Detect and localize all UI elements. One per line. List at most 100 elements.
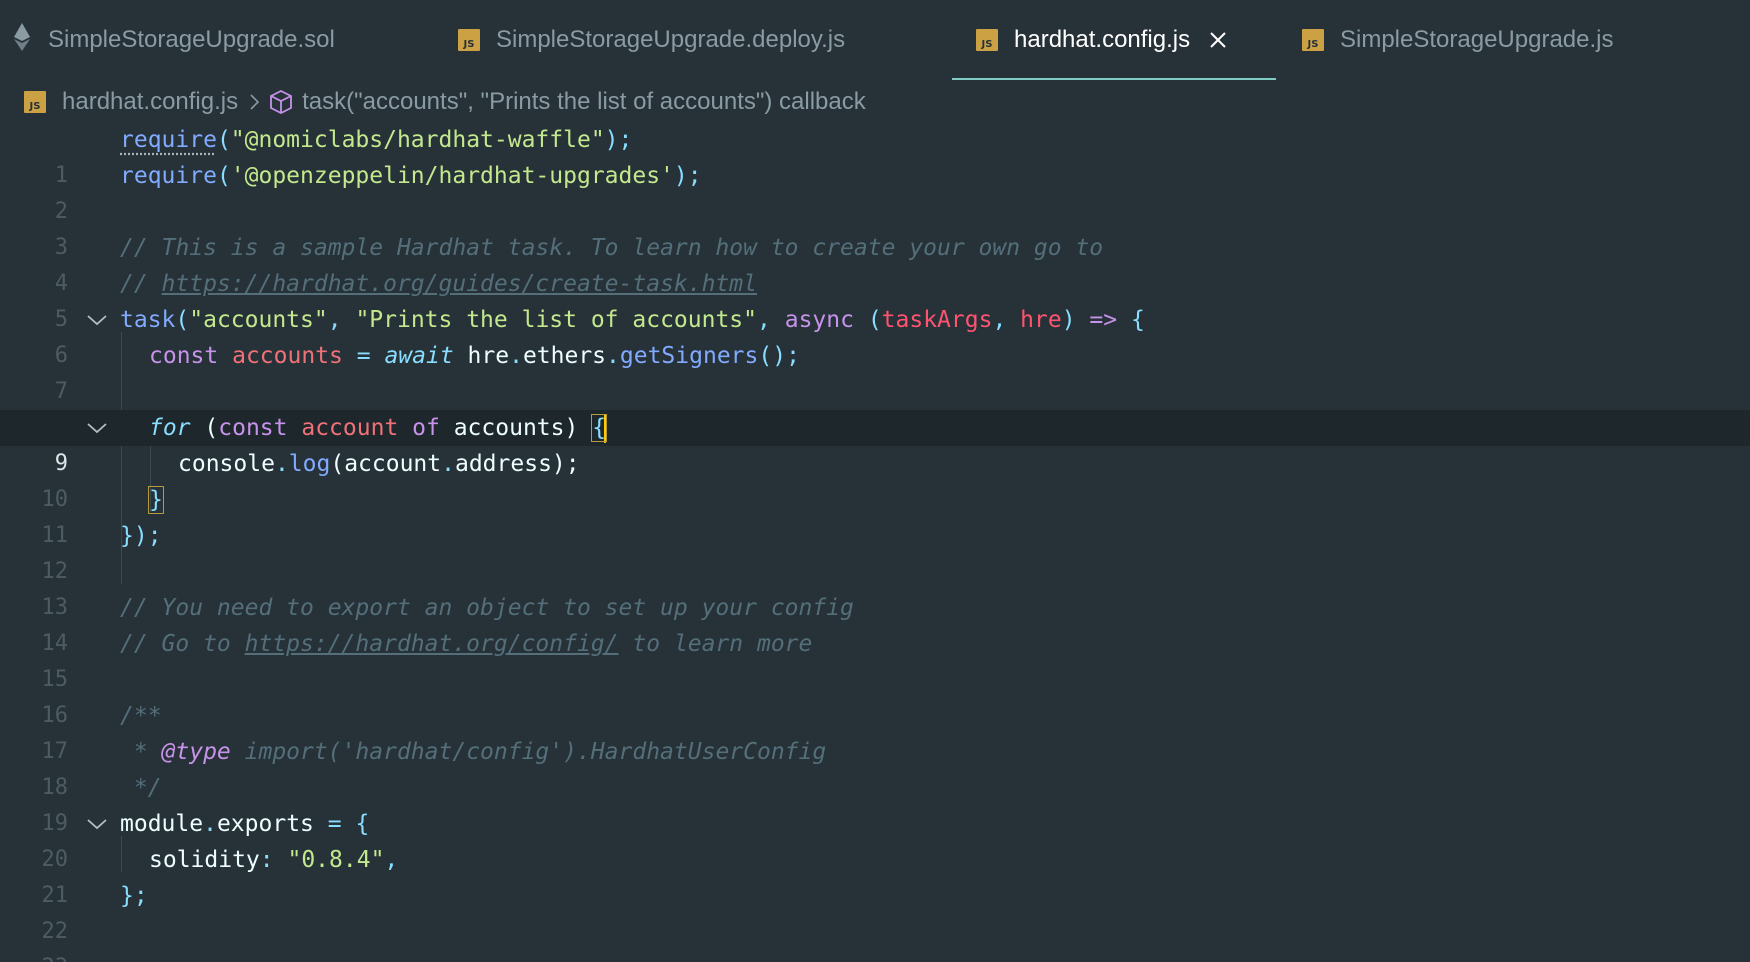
token: "@nomiclabs/hardhat-waffle" xyxy=(230,127,605,153)
ethereum-icon xyxy=(14,22,30,58)
breadcrumb-symbol[interactable]: task("accounts", "Prints the list of acc… xyxy=(302,88,866,116)
token: hre xyxy=(453,343,510,369)
comment: // You need to export an object to set u… xyxy=(120,595,854,621)
token: "Prints the list of accounts" xyxy=(355,307,758,333)
token: log xyxy=(288,451,331,477)
token: . xyxy=(441,451,455,477)
token: { xyxy=(355,811,370,837)
token: = xyxy=(313,811,356,837)
token: "accounts" xyxy=(189,307,328,333)
token: . xyxy=(606,343,620,369)
code-line: 14 // You need to export an object to se… xyxy=(0,590,1750,656)
token: getSigners xyxy=(619,343,759,369)
token: accounts xyxy=(232,343,343,369)
token: require xyxy=(120,163,217,189)
token: account xyxy=(301,415,399,441)
token: ( xyxy=(175,307,190,333)
token: to learn more xyxy=(618,631,813,657)
code-line: 6 task("accounts", "Prints the list of a… xyxy=(0,302,1750,368)
chevron-down-icon[interactable] xyxy=(86,302,108,338)
token: await xyxy=(384,343,454,369)
token: solidity xyxy=(149,847,260,873)
token: hre xyxy=(1020,307,1062,333)
token: '@openzeppelin/hardhat-upgrades' xyxy=(230,163,674,189)
chevron-down-icon[interactable] xyxy=(86,806,108,842)
breadcrumb-file[interactable]: hardhat.config.js xyxy=(62,88,238,116)
token: for xyxy=(149,415,191,441)
token: (account xyxy=(330,451,442,477)
token: of xyxy=(412,415,440,441)
token: ); xyxy=(604,127,633,153)
code-line: 21 solidity: "0.8.4", xyxy=(0,842,1750,908)
token: . xyxy=(274,451,289,477)
tab-label: SimpleStorageUpgrade.sol xyxy=(48,26,335,53)
token: , xyxy=(992,307,1021,333)
text-cursor xyxy=(604,414,607,443)
token: { xyxy=(1117,307,1145,333)
editor-window: SimpleStorageUpgrade.sol JS SimpleStorag… xyxy=(0,0,1750,962)
code-line: 3 xyxy=(0,194,1750,260)
token: ); xyxy=(673,163,702,189)
token: // Go to xyxy=(120,631,245,657)
token: * xyxy=(120,739,162,765)
comment-link[interactable]: https://hardhat.org/guides/create-task.h… xyxy=(162,271,757,297)
code-line: 4 // This is a sample Hardhat task. To l… xyxy=(0,230,1750,296)
tab-simplestorageupgrade-sol[interactable]: SimpleStorageUpgrade.sol xyxy=(14,0,335,80)
token: console xyxy=(178,451,275,477)
code-line: 23 xyxy=(0,914,1750,962)
token: , xyxy=(757,307,785,333)
token: ( xyxy=(216,127,231,153)
token: , xyxy=(384,847,399,873)
token: : xyxy=(259,847,288,873)
token: ethers xyxy=(522,343,607,369)
chevron-right-icon xyxy=(248,92,260,112)
close-icon[interactable] xyxy=(1208,30,1228,50)
code-editor[interactable]: 1 require("@nomiclabs/hardhat-waffle"); … xyxy=(0,122,1750,962)
tab-hardhat-config-js[interactable]: JS hardhat.config.js xyxy=(952,0,1276,80)
token: exports xyxy=(216,811,314,837)
code-line: 12 }); xyxy=(0,518,1750,584)
token: module xyxy=(120,811,204,837)
token: => xyxy=(1089,307,1118,333)
tab-simplestorageupgrade-deploy-js[interactable]: JS SimpleStorageUpgrade.deploy.js xyxy=(458,0,845,80)
js-file-icon: JS xyxy=(1302,29,1324,51)
token: ( xyxy=(216,163,231,189)
code-line: 7 const accounts = await hre.ethers.getS… xyxy=(0,338,1750,404)
tab-bar: SimpleStorageUpgrade.sol JS SimpleStorag… xyxy=(0,0,1750,80)
tab-label: hardhat.config.js xyxy=(1014,26,1191,53)
tab-label: SimpleStorageUpgrade.deploy.js xyxy=(496,26,846,53)
token: ( xyxy=(853,307,882,333)
code-line: 10 console.log(account.address); xyxy=(0,446,1750,512)
token: = xyxy=(342,343,385,369)
token: }); xyxy=(120,523,162,549)
comment: */ xyxy=(120,775,162,801)
token: @type xyxy=(161,739,231,765)
code-line: 15 // Go to https://hardhat.org/config/ … xyxy=(0,626,1750,692)
token: address); xyxy=(454,451,580,477)
code-line: 19 */ xyxy=(0,770,1750,836)
code-line-current: 9 for (const account of accounts) { xyxy=(0,410,1750,476)
code-line: 18 * @type import('hardhat/config').Hard… xyxy=(0,734,1750,800)
code-line: 5 // https://hardhat.org/guides/create-t… xyxy=(0,266,1750,332)
token: }; xyxy=(120,883,148,909)
chevron-down-icon[interactable] xyxy=(86,410,108,446)
comment: /** xyxy=(120,703,162,729)
token: taskArgs xyxy=(881,307,993,333)
code-line: 16 xyxy=(0,662,1750,728)
js-file-icon: JS xyxy=(458,29,480,51)
tab-simplestorageupgrade-js[interactable]: JS SimpleStorageUpgrade.js xyxy=(1302,0,1613,80)
token: . xyxy=(509,343,523,369)
comment-link[interactable]: https://hardhat.org/config/ xyxy=(245,631,619,657)
token: async xyxy=(784,307,854,333)
js-file-icon: JS xyxy=(24,91,46,113)
token: // xyxy=(120,271,162,297)
code-line: 2 require('@openzeppelin/hardhat-upgrade… xyxy=(0,158,1750,224)
token: "0.8.4" xyxy=(287,847,385,873)
tab-label: SimpleStorageUpgrade.js xyxy=(1340,26,1614,53)
code-line: 22 }; xyxy=(0,878,1750,944)
token: task xyxy=(120,307,176,333)
token: accounts) xyxy=(439,415,593,441)
